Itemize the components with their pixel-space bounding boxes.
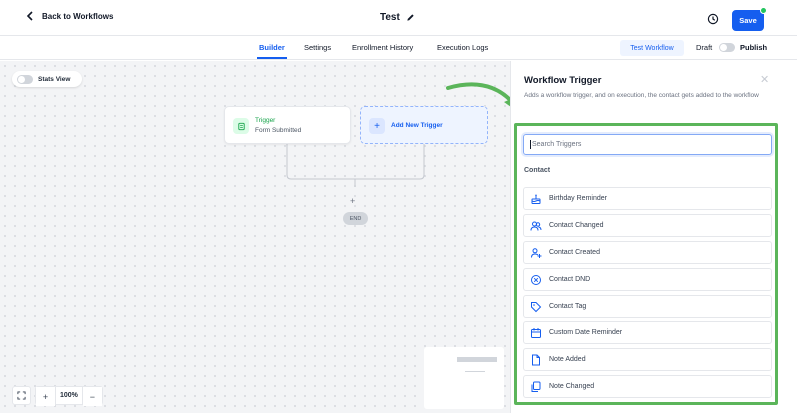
calendar-icon (531, 328, 541, 338)
close-icon[interactable]: ✕ (760, 73, 769, 86)
pencil-icon[interactable] (406, 13, 415, 22)
back-to-workflows-link[interactable]: Back to Workflows (24, 10, 113, 22)
back-label: Back to Workflows (42, 11, 114, 21)
trigger-item-label: Contact DND (549, 276, 591, 283)
workflow-canvas[interactable]: Stats View Trigger Form Submitted + Add … (0, 61, 510, 413)
trigger-node-subtitle: Form Submitted (255, 127, 302, 134)
status-dot (760, 7, 767, 14)
section-heading-contact: Contact (524, 167, 551, 174)
workflow-title[interactable]: Test (380, 12, 415, 23)
history-icon[interactable] (707, 13, 719, 25)
tab-bar: Builder Settings Enrollment History Exec… (0, 36, 797, 60)
chevron-left-icon (26, 11, 33, 21)
cake-icon (531, 194, 541, 204)
search-triggers-input[interactable]: Search Triggers (523, 134, 772, 155)
trigger-item-birthday-reminder[interactable]: Birthday Reminder (523, 187, 772, 210)
trigger-item-label: Contact Tag (549, 303, 587, 310)
panel-title: Workflow Trigger (524, 75, 602, 86)
plus-icon: + (369, 118, 385, 134)
dnd-icon (531, 275, 541, 285)
publish-label: Publish (740, 43, 768, 52)
trigger-item-label: Contact Changed (549, 222, 604, 229)
trigger-item-contact-created[interactable]: Contact Created (523, 241, 772, 264)
trigger-item-label: Custom Date Reminder (549, 329, 623, 336)
users-icon (530, 221, 542, 231)
tab-execution-logs[interactable]: Execution Logs (437, 43, 488, 52)
minimap-node (457, 357, 497, 362)
tab-builder[interactable]: Builder (259, 43, 285, 52)
form-icon (233, 118, 249, 134)
trigger-item-note-added[interactable]: Note Added (523, 348, 772, 371)
trigger-item-label: Note Changed (549, 383, 595, 390)
panel-description: Adds a workflow trigger, and on executio… (524, 92, 759, 99)
fit-view-button[interactable] (12, 386, 31, 405)
trigger-item-label: Contact Created (549, 249, 600, 256)
trigger-item-contact-changed[interactable]: Contact Changed (523, 214, 772, 237)
file-icon (532, 354, 540, 366)
minimap-line (465, 371, 485, 372)
workflow-trigger-panel: Workflow Trigger ✕ Adds a workflow trigg… (510, 61, 797, 413)
zoom-out-button[interactable]: − (82, 387, 102, 406)
tab-settings[interactable]: Settings (304, 43, 331, 52)
zoom-level: 100% (55, 387, 83, 404)
user-plus-icon (531, 248, 542, 258)
test-workflow-button[interactable]: Test Workflow (620, 40, 684, 56)
workflow-title-text: Test (380, 12, 400, 23)
draft-label: Draft (696, 43, 713, 52)
active-tab-indicator (257, 57, 287, 59)
trigger-item-label: Birthday Reminder (549, 195, 607, 202)
trigger-node-title: Trigger (255, 117, 276, 124)
trigger-item-contact-tag[interactable]: Contact Tag (523, 295, 772, 318)
end-node: END (343, 212, 368, 225)
tag-icon (531, 302, 542, 313)
trigger-item-label: Note Added (549, 356, 586, 363)
search-placeholder: Search Triggers (532, 141, 582, 148)
tab-enrollment-history[interactable]: Enrollment History (352, 43, 413, 52)
publish-toggle[interactable] (719, 43, 735, 52)
zoom-controls: + 100% − (12, 386, 103, 406)
add-new-trigger-label: Add New Trigger (391, 122, 443, 129)
trigger-item-custom-date-reminder[interactable]: Custom Date Reminder (523, 321, 772, 344)
note-copy-icon (531, 381, 541, 392)
save-button[interactable]: Save (732, 10, 764, 31)
text-caret (530, 140, 531, 149)
zoom-group: + 100% − (35, 386, 103, 406)
zoom-in-button[interactable]: + (36, 387, 55, 406)
trigger-item-contact-dnd[interactable]: Contact DND (523, 268, 772, 291)
add-step-plus-icon[interactable]: + (350, 196, 355, 206)
top-bar: Back to Workflows Test Save (0, 0, 797, 36)
trigger-node[interactable]: Trigger Form Submitted (224, 106, 351, 144)
trigger-item-note-changed[interactable]: Note Changed (523, 375, 772, 398)
minimap[interactable] (424, 347, 504, 409)
expand-icon (17, 391, 26, 400)
